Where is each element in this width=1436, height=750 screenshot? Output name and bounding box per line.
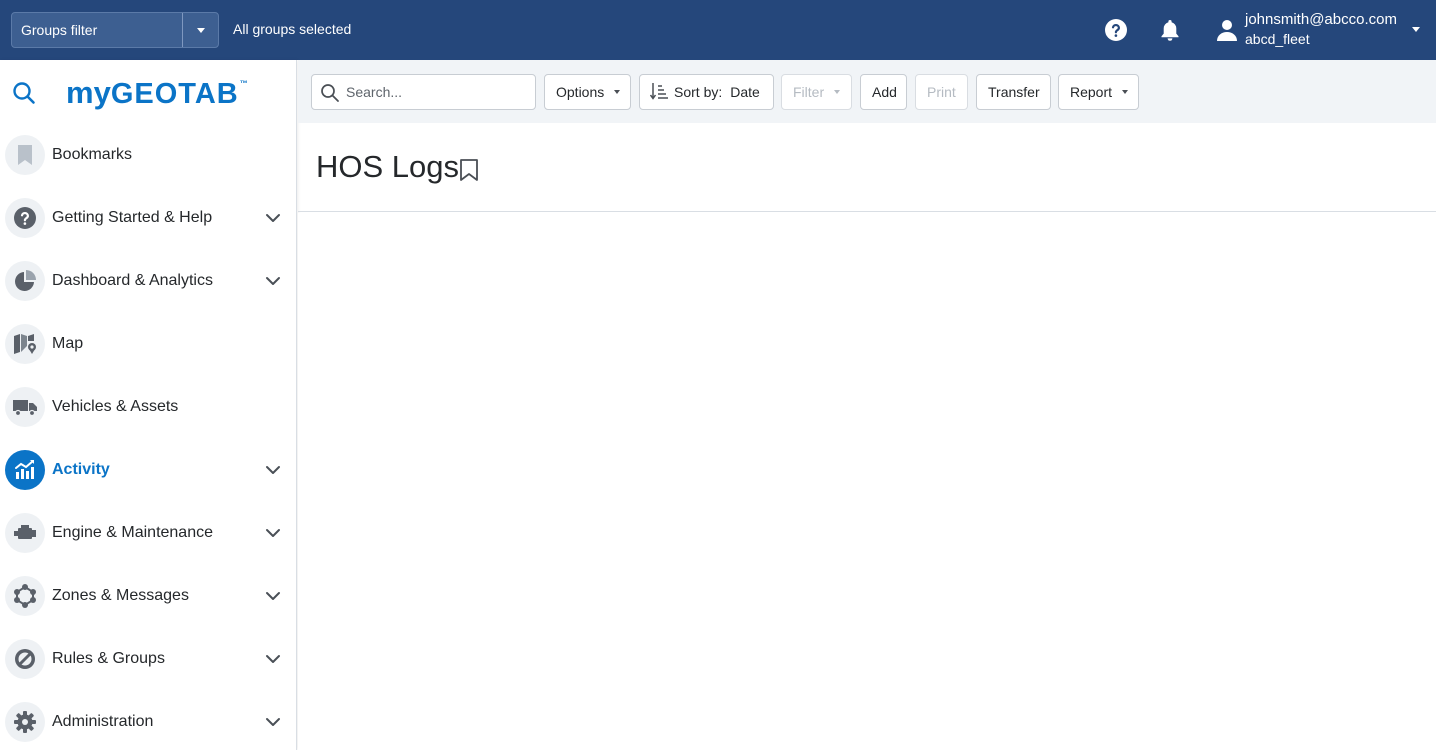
options-button[interactable]: Options — [544, 74, 631, 110]
help-circle-icon — [5, 197, 45, 238]
search-icon — [320, 83, 340, 108]
chevron-down-icon[interactable] — [265, 525, 281, 541]
sidebar-header: myGEOTAB™ — [0, 60, 296, 123]
bookmark-outline-icon[interactable] — [459, 158, 479, 187]
pie-chart-icon — [5, 260, 45, 301]
sidebar-item-label: Getting Started & Help — [52, 208, 213, 226]
sidebar-item-label: Activity — [52, 460, 110, 478]
groups-filter-label: Groups filter — [21, 22, 98, 38]
user-email: johnsmith@abcco.com — [1245, 11, 1397, 28]
user-icon — [1215, 18, 1239, 47]
chevron-down-icon[interactable] — [265, 462, 281, 478]
filter-button[interactable]: Filter — [781, 74, 852, 110]
rules-icon — [5, 638, 45, 679]
content-area — [298, 213, 1436, 750]
help-icon[interactable] — [1104, 18, 1128, 42]
groups-selected-text: All groups selected — [233, 21, 352, 37]
sidebar-item-label: Rules & Groups — [52, 649, 165, 667]
gear-icon — [5, 701, 45, 742]
page-title: HOS Logs — [316, 149, 460, 184]
user-menu[interactable]: johnsmith@abcco.com abcd_fleet — [1214, 10, 1426, 50]
chevron-down-icon[interactable] — [265, 714, 281, 730]
sort-by-button[interactable]: Sort by: Date — [639, 74, 774, 110]
sort-icon — [649, 81, 668, 104]
search-field[interactable] — [311, 74, 536, 110]
activity-chart-icon — [5, 449, 45, 490]
sidebar-item-label: Bookmarks — [52, 145, 133, 163]
sidebar-item-activity[interactable]: Activity — [0, 438, 296, 501]
sidebar: myGEOTAB™ Bookmarks Getting Started & He… — [0, 60, 297, 750]
zones-icon — [5, 575, 45, 616]
map-icon — [5, 323, 45, 364]
user-menu-caret-icon — [1412, 27, 1420, 32]
caret-down-icon — [196, 27, 205, 33]
bell-icon[interactable] — [1158, 18, 1182, 42]
chevron-down-icon[interactable] — [265, 651, 281, 667]
page-header: HOS Logs — [298, 123, 1436, 212]
top-bar: Groups filter All groups selected johnsm… — [0, 0, 1436, 60]
chevron-down-icon[interactable] — [265, 588, 281, 604]
sidebar-item-zones-messages[interactable]: Zones & Messages — [0, 564, 296, 627]
search-input[interactable] — [346, 75, 531, 109]
sidebar-item-dashboard-analytics[interactable]: Dashboard & Analytics — [0, 249, 296, 312]
chevron-down-icon[interactable] — [265, 273, 281, 289]
sidebar-item-map[interactable]: Map — [0, 312, 296, 375]
sidebar-item-administration[interactable]: Administration — [0, 690, 296, 750]
add-button[interactable]: Add — [860, 74, 907, 110]
truck-icon — [5, 386, 45, 427]
search-icon[interactable] — [12, 81, 36, 110]
engine-icon — [5, 512, 45, 553]
sidebar-item-label: Map — [52, 334, 84, 352]
sidebar-item-label: Dashboard & Analytics — [52, 271, 213, 289]
groups-filter[interactable]: Groups filter — [11, 12, 219, 48]
groups-filter-dropdown-button[interactable] — [182, 13, 218, 47]
mygeotab-logo[interactable]: myGEOTAB™ — [66, 75, 249, 111]
sidebar-item-label: Vehicles & Assets — [52, 397, 179, 415]
sidebar-item-engine-maintenance[interactable]: Engine & Maintenance — [0, 501, 296, 564]
chevron-down-icon[interactable] — [265, 210, 281, 226]
caret-down-icon — [1122, 90, 1129, 94]
transfer-button[interactable]: Transfer — [976, 74, 1051, 110]
toolbar: Options Sort by: Date Filter Add Print T… — [298, 60, 1436, 123]
sidebar-item-label: Zones & Messages — [52, 586, 189, 604]
caret-down-icon — [834, 90, 841, 94]
sidebar-item-rules-groups[interactable]: Rules & Groups — [0, 627, 296, 690]
caret-down-icon — [614, 90, 621, 94]
sidebar-item-vehicles-assets[interactable]: Vehicles & Assets — [0, 375, 296, 438]
print-button[interactable]: Print — [915, 74, 968, 110]
sidebar-item-getting-started-help[interactable]: Getting Started & Help — [0, 186, 296, 249]
sidebar-item-label: Engine & Maintenance — [52, 523, 213, 541]
sidebar-item-label: Administration — [52, 712, 154, 730]
bookmark-icon — [5, 134, 45, 175]
user-database: abcd_fleet — [1245, 31, 1310, 47]
report-button[interactable]: Report — [1058, 74, 1139, 110]
sidebar-item-bookmarks[interactable]: Bookmarks — [0, 123, 296, 186]
